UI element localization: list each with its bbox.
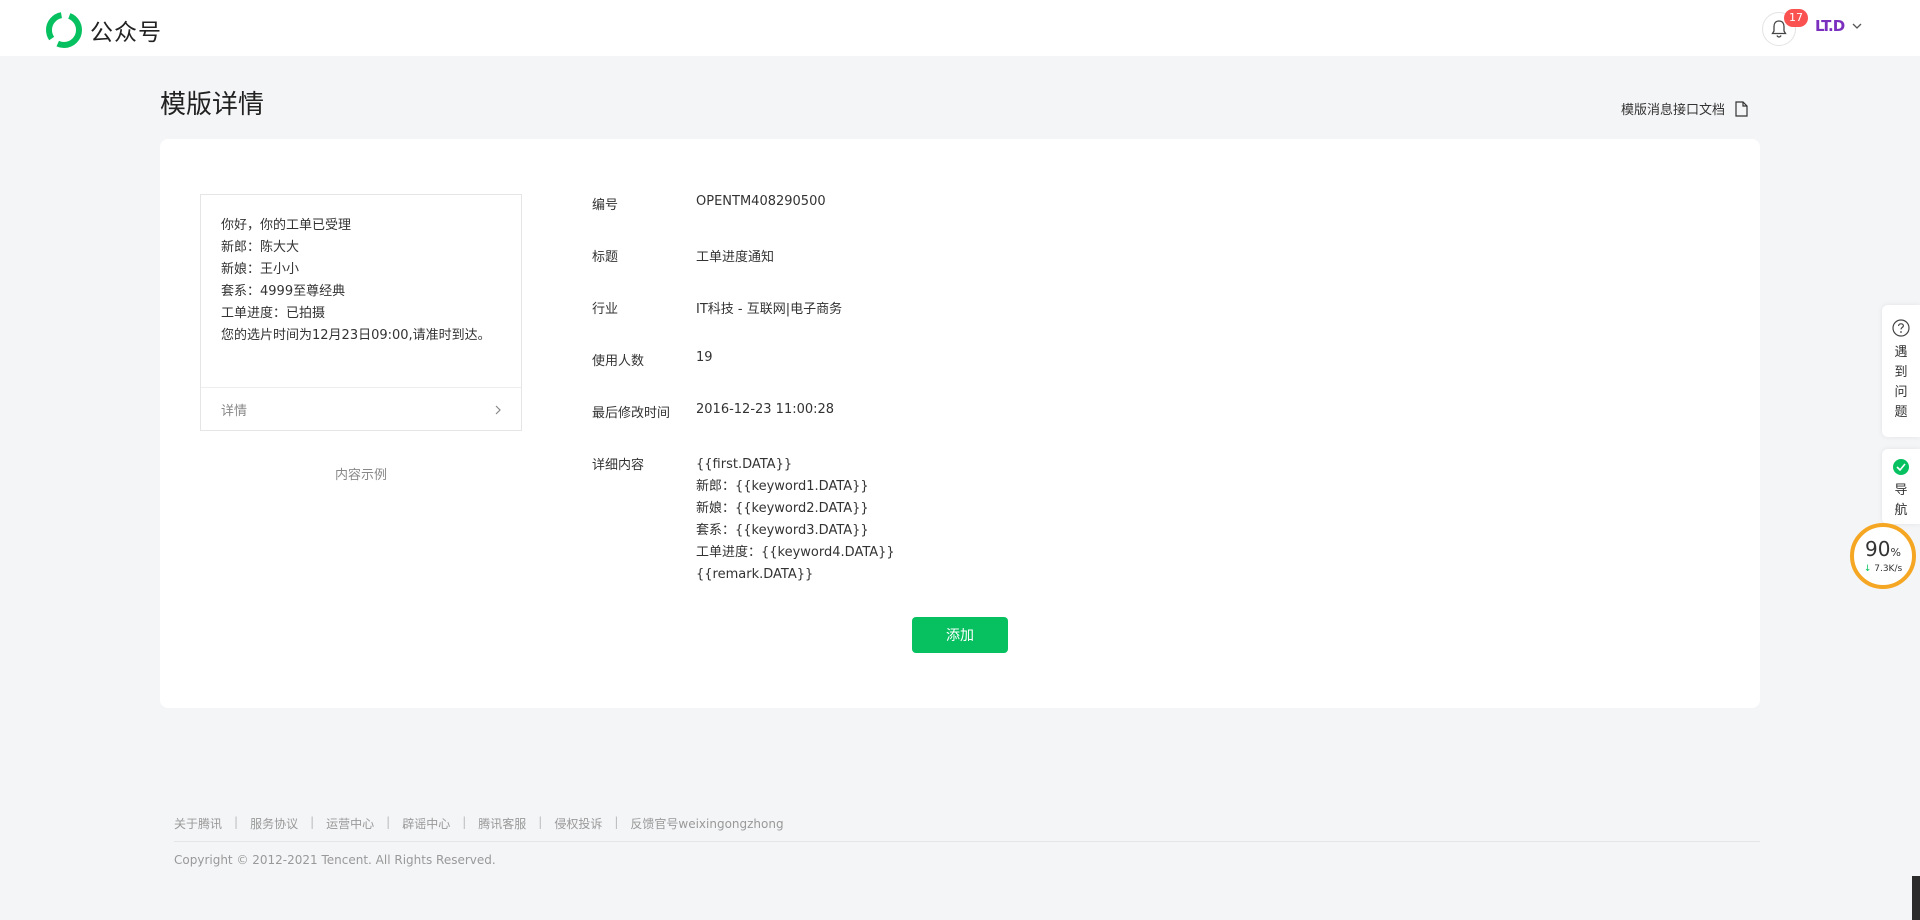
info-label: 行业 (592, 302, 619, 317)
template-detail-card: 你好，你的工单已受理 新郎：陈大大 新娘：王小小 套系：4999至尊经典 工单进… (160, 139, 1760, 708)
help-label: 遇到问题 (1894, 345, 1908, 420)
speed-percent: 90% (1865, 538, 1901, 564)
chevron-down-icon (1852, 23, 1862, 29)
info-value: IT科技 - 互联网|电子商务 (696, 302, 843, 317)
account-menu[interactable]: LT.D (1815, 17, 1862, 35)
info-row-id: 编号 OPENTM408290500 (592, 194, 895, 246)
template-info: 编号 OPENTM408290500 标题 工单进度通知 行业 IT科技 - 互… (592, 194, 895, 586)
document-icon (1735, 100, 1748, 117)
copyright: Copyright © 2012-2021 Tencent. All Right… (174, 853, 496, 867)
preview-caption: 内容示例 (334, 468, 387, 483)
navigation-icon (1893, 459, 1909, 475)
speed-rate: ↓ 7.3K/s (1864, 564, 1902, 574)
details-label: 详情 (221, 404, 248, 419)
speed-rate-value: 7.3K/s (1874, 564, 1903, 574)
edge-scrollbar[interactable] (1912, 876, 1920, 920)
preview-line: 你好，你的工单已受理 (221, 218, 352, 233)
navigation-widget[interactable]: 导航 (1882, 449, 1920, 524)
info-value: 工单进度通知 (696, 250, 775, 265)
footer-separator: | (538, 815, 543, 829)
content-line: 新娘：{{keyword2.DATA}} (696, 501, 869, 516)
network-speed-widget[interactable]: 90% ↓ 7.3K/s (1850, 523, 1916, 589)
footer-links: 关于腾讯 | 服务协议 | 运营中心 | 辟谣中心 | 腾讯客服 | 侵权投诉 | 反馈官号… (174, 815, 784, 832)
footer-separator: | (234, 815, 239, 829)
footer-link[interactable]: 服务协议 (250, 815, 298, 832)
content-line: {{remark.DATA}} (696, 567, 814, 582)
template-api-doc-link[interactable]: 模版消息接口文档 (1621, 99, 1748, 118)
preview-line: 您的选片时间为12月23日09:00,请准时到达。 (221, 328, 491, 343)
speed-percent-unit: % (1890, 546, 1901, 559)
footer-link[interactable]: 辟谣中心 (402, 815, 450, 832)
footer-separator: | (614, 815, 619, 829)
footer-link[interactable]: 反馈官号weixingongzhong (630, 815, 783, 832)
help-widget[interactable]: 遇到问题 (1882, 305, 1920, 437)
navigation-label: 导航 (1894, 483, 1908, 518)
info-label: 使用人数 (592, 354, 645, 369)
info-row-industry: 行业 IT科技 - 互联网|电子商务 (592, 298, 895, 350)
top-bar: 公众号 17 LT.D (0, 0, 1920, 56)
content-line: 工单进度：{{keyword4.DATA}} (696, 545, 895, 560)
info-value: 19 (696, 350, 713, 365)
footer-link[interactable]: 侵权投诉 (554, 815, 602, 832)
footer-link[interactable]: 腾讯客服 (478, 815, 526, 832)
preview-line: 套系：4999至尊经典 (221, 284, 346, 299)
account-avatar: LT.D (1815, 17, 1845, 35)
footer-link[interactable]: 运营中心 (326, 815, 374, 832)
template-content: {{first.DATA}} 新郎：{{keyword1.DATA}} 新娘：{… (696, 454, 895, 586)
info-value: OPENTM408290500 (696, 194, 826, 209)
info-label: 标题 (592, 250, 619, 265)
question-icon (1892, 319, 1910, 337)
footer-separator: | (462, 815, 467, 829)
speed-percent-value: 90 (1865, 537, 1891, 561)
footer-divider (174, 841, 1760, 842)
footer-separator: | (386, 815, 391, 829)
info-row-modified-time: 最后修改时间 2016-12-23 11:00:28 (592, 402, 895, 454)
info-value: 2016-12-23 11:00:28 (696, 402, 835, 417)
info-label: 编号 (592, 198, 619, 213)
download-arrow-icon: ↓ (1863, 564, 1872, 574)
notification-count-badge: 17 (1784, 9, 1808, 27)
info-label: 最后修改时间 (592, 406, 671, 421)
info-row-content: 详细内容 {{first.DATA}} 新郎：{{keyword1.DATA}}… (592, 454, 895, 586)
doc-link-label: 模版消息接口文档 (1621, 103, 1726, 118)
preview-line: 新娘：王小小 (221, 262, 300, 277)
message-preview: 你好，你的工单已受理 新郎：陈大大 新娘：王小小 套系：4999至尊经典 工单进… (200, 194, 522, 431)
footer-separator: | (310, 815, 315, 829)
preview-line: 新郎：陈大大 (221, 240, 300, 255)
add-template-button[interactable]: 添加 (912, 617, 1008, 653)
preview-body: 你好，你的工单已受理 新郎：陈大大 新娘：王小小 套系：4999至尊经典 工单进… (201, 195, 521, 388)
preview-line: 工单进度：已拍摄 (221, 306, 326, 321)
brand[interactable]: 公众号 (46, 12, 162, 48)
preview-details-link[interactable]: 详情 (201, 388, 521, 431)
chevron-right-icon (495, 405, 501, 414)
footer-link[interactable]: 关于腾讯 (174, 815, 222, 832)
content-line: 套系：{{keyword3.DATA}} (696, 523, 869, 538)
info-row-title: 标题 工单进度通知 (592, 246, 895, 298)
info-label: 详细内容 (592, 458, 645, 473)
content-line: 新郎：{{keyword1.DATA}} (696, 479, 869, 494)
page-title: 模版详情 (160, 90, 265, 120)
info-row-usage-count: 使用人数 19 (592, 350, 895, 402)
brand-name: 公众号 (90, 20, 162, 46)
wechat-official-account-logo-icon (46, 12, 82, 48)
content-line: {{first.DATA}} (696, 457, 793, 472)
